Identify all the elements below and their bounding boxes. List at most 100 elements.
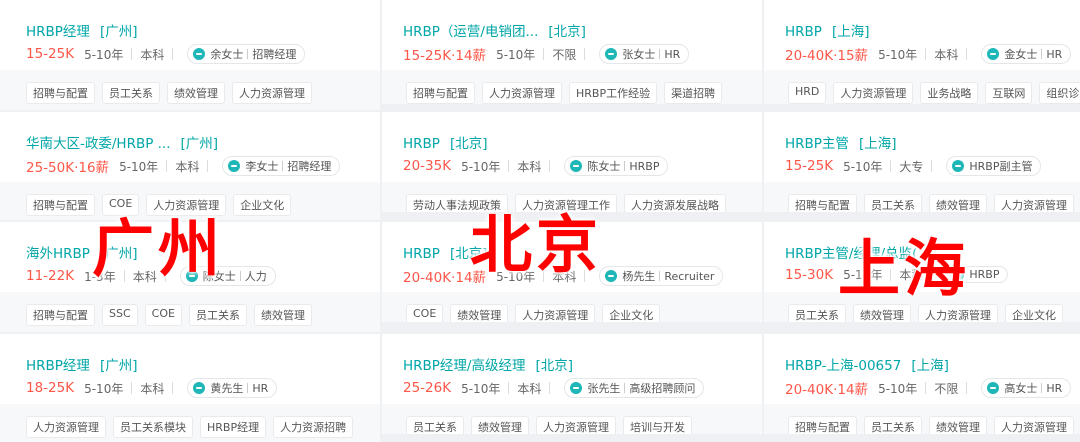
job-card[interactable]: HRBP经理 [广州] 18-25K 5-10年 本科 黄先生 HR 人力资源管理 员工关系模块…: [0, 334, 380, 442]
job-tag[interactable]: 企业文化: [233, 194, 292, 216]
recruiter-role: HRBP: [969, 268, 1000, 281]
recruiter-chip[interactable]: 张先生 高级招聘顾问: [564, 378, 705, 398]
job-title[interactable]: HRBP-上海-00657: [785, 358, 901, 374]
job-title[interactable]: 华南大区-政委/HRBP ...: [26, 136, 171, 152]
job-title[interactable]: HRBP经理/高级经理: [403, 358, 525, 374]
job-salary: 25-26K: [403, 380, 452, 396]
recruiter-role: HR: [1046, 381, 1063, 395]
job-tag[interactable]: 绩效管理: [929, 416, 987, 434]
job-tag[interactable]: 人力资源管理: [515, 304, 596, 322]
job-tag[interactable]: 人力资源招聘: [273, 416, 354, 438]
job-tag[interactable]: COE: [144, 304, 182, 326]
job-experience: 5-10年: [843, 159, 883, 174]
job-tag[interactable]: 招聘与配置: [788, 194, 857, 212]
job-title[interactable]: HRBP经理: [26, 24, 90, 40]
divider: [1041, 383, 1043, 393]
job-title-link[interactable]: HRBP-上海-00657 [上海]: [785, 354, 949, 374]
job-tag[interactable]: 互联网: [985, 82, 1033, 104]
job-tag[interactable]: HRD: [788, 82, 827, 104]
job-tag[interactable]: 招聘与配置: [26, 304, 95, 326]
recruiter-chip[interactable]: 金女士 HR: [981, 44, 1072, 64]
job-tag[interactable]: 业务战略: [920, 82, 979, 104]
divider: [131, 48, 133, 60]
job-experience: 5-10年: [878, 381, 918, 396]
job-tag[interactable]: 人力资源管理: [482, 82, 562, 104]
job-tag[interactable]: 人力资源发展战略: [624, 194, 726, 212]
divider: [247, 383, 249, 393]
job-title-link[interactable]: HRBP主管 [上海]: [785, 132, 896, 152]
job-tag[interactable]: 招聘与配置: [788, 416, 857, 434]
job-card[interactable]: HRBP经理 [广州] 15-25K 5-10年 本科 余女士 招聘经理 招聘与配置 员工关系绩…: [0, 0, 380, 110]
job-tag[interactable]: 人力资源管理: [26, 416, 106, 438]
job-title[interactable]: HRBP: [403, 136, 440, 152]
job-tag[interactable]: 人力资源管理: [232, 82, 312, 104]
job-title[interactable]: HRBP: [785, 24, 822, 40]
recruiter-chip[interactable]: 杨先生 Recruiter: [599, 266, 724, 286]
job-tag[interactable]: 培训与开发: [623, 416, 692, 434]
recruiter-chip[interactable]: 张女士 HR: [599, 44, 690, 64]
job-title-link[interactable]: HRBP（运营/电销团... [北京]: [403, 20, 586, 40]
job-tag[interactable]: 绩效管理: [167, 82, 225, 104]
job-title[interactable]: HRBP经理: [26, 358, 90, 374]
job-tag[interactable]: 人力资源管理: [536, 416, 616, 434]
job-title-link[interactable]: HRBP经理/高级经理 [北京]: [403, 354, 573, 374]
job-tag[interactable]: 人力资源管理: [833, 82, 914, 104]
job-title-link[interactable]: HRBP经理 [广州]: [26, 20, 137, 40]
recruiter-chip[interactable]: HRBP副主管: [946, 156, 1042, 176]
job-tag[interactable]: 招聘与配置: [26, 82, 95, 104]
job-card[interactable]: HRBP [上海] 20-40K·15薪 5-10年 本科 金女士 HR HRD 人力资源管理业…: [764, 0, 1080, 104]
job-tag[interactable]: 员工关系: [864, 194, 922, 212]
job-card[interactable]: HRBP-上海-00657 [上海] 20-40K·14薪 5-10年 不限 高女士 HR 招…: [764, 334, 1080, 434]
job-tag[interactable]: COE: [406, 304, 444, 322]
job-experience: 5-10年: [84, 47, 124, 62]
job-tag[interactable]: 企业文化: [602, 304, 661, 322]
job-tag[interactable]: 绩效管理: [929, 194, 987, 212]
job-tag[interactable]: 绩效管理: [253, 304, 312, 326]
job-city: [上海]: [831, 24, 870, 40]
job-salary: 18-25K: [26, 380, 75, 396]
job-education: 本科: [517, 381, 542, 396]
job-tag[interactable]: 人力资源管理: [994, 194, 1074, 212]
job-salary: 20-35K: [403, 158, 452, 174]
job-card[interactable]: HRBP（运营/电销团... [北京] 15-25K·14薪 5-10年 不限 张女士 HR…: [382, 0, 762, 104]
job-card[interactable]: HRBP主管 [上海] 15-25K 5-10年 大专 HRBP副主管 招聘与配置 员工关系绩…: [764, 112, 1080, 212]
job-tag[interactable]: HRBP工作经验: [569, 82, 658, 104]
recruiter-role: Recruiter: [664, 269, 715, 283]
job-tag[interactable]: SSC: [102, 304, 138, 326]
job-card[interactable]: HRBP经理/高级经理 [北京] 25-26K 5-10年 本科 张先生 高级招聘顾问 员工关…: [382, 334, 762, 434]
job-title-link[interactable]: HRBP经理 [广州]: [26, 354, 137, 374]
job-tag[interactable]: HRBP经理: [200, 416, 267, 438]
recruiter-chip[interactable]: 高女士 HR: [981, 378, 1072, 398]
job-tag[interactable]: 员工关系: [188, 304, 247, 326]
recruiter-chip[interactable]: 李女士 招聘经理: [222, 156, 341, 176]
job-title-link[interactable]: HRBP [上海]: [785, 20, 869, 40]
job-tag[interactable]: 渠道招聘: [664, 82, 723, 104]
job-title-link[interactable]: HRBP [北京]: [403, 132, 487, 152]
job-tag[interactable]: 员工关系: [102, 82, 160, 104]
divider: [239, 271, 241, 281]
job-tags: COE 绩效管理 人力资源管理 企业文化: [406, 304, 667, 322]
job-tag[interactable]: 员工关系: [864, 416, 922, 434]
job-city: [上海]: [911, 358, 949, 374]
job-city: [北京]: [449, 136, 488, 152]
job-tag[interactable]: 人力资源管理: [994, 416, 1074, 434]
job-tag[interactable]: 企业文化: [1005, 304, 1063, 322]
job-title[interactable]: HRBP: [403, 246, 440, 262]
job-title[interactable]: 海外HRBP: [26, 246, 90, 262]
job-tag[interactable]: 招聘与配置: [26, 194, 95, 216]
recruiter-chip[interactable]: 陈女士 HRBP: [564, 156, 669, 176]
recruiter-chip[interactable]: 余女士 招聘经理: [187, 44, 306, 64]
job-tag[interactable]: 组织诊断: [1039, 82, 1080, 104]
chat-icon: [987, 48, 1000, 60]
recruiter-chip[interactable]: 黄先生 HR: [187, 378, 278, 398]
job-education: 本科: [140, 47, 165, 62]
job-title[interactable]: HRBP（运营/电销团...: [403, 24, 538, 40]
job-tag[interactable]: 绩效管理: [450, 304, 509, 322]
job-title[interactable]: HRBP主管: [785, 136, 849, 152]
chat-icon: [193, 382, 206, 394]
job-title-link[interactable]: 华南大区-政委/HRBP ... [广州]: [26, 132, 218, 152]
job-tag[interactable]: 招聘与配置: [406, 82, 475, 104]
job-tag[interactable]: 员工关系模块: [113, 416, 193, 438]
job-tag[interactable]: 员工关系: [406, 416, 464, 434]
job-tag[interactable]: 绩效管理: [471, 416, 529, 434]
